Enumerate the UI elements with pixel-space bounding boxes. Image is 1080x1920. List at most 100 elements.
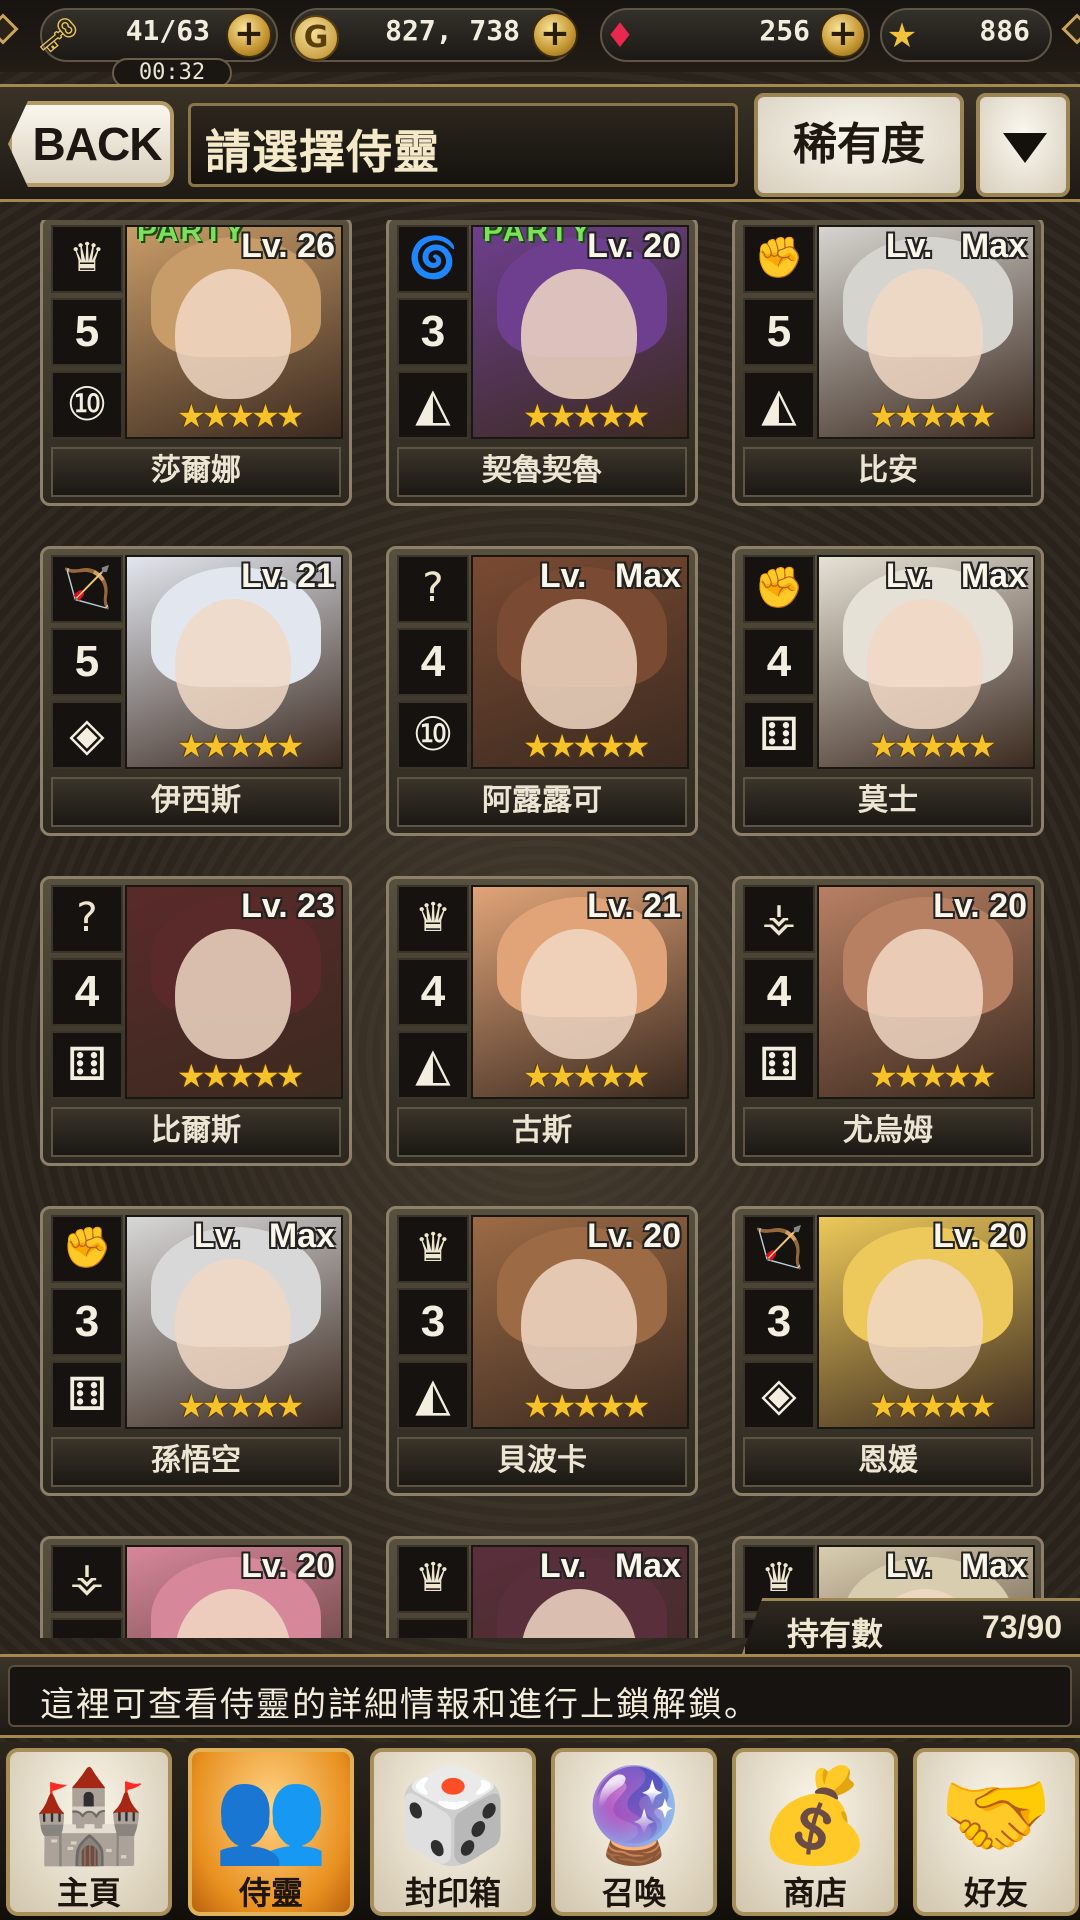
rarity-stars: ★★★★★ [869,1057,996,1095]
spirit-card[interactable]: ♛ Lv. Max [386,1536,698,1638]
seal-box-icon: 🎲 [395,1762,511,1869]
key-icon: 🗝 [36,16,80,56]
cost-value: 3 [743,1288,815,1356]
spirit-portrait: Lv. 21 ★★★★★ [471,885,689,1099]
spirit-name: 契魯契魯 [397,447,687,497]
cost-value: 4 [743,958,815,1026]
nav-button-1[interactable]: 👥 侍靈 [188,1748,354,1916]
bottom-navigation: 🏰 主頁 👥 侍靈 🎲 封印箱 🔮 召喚 💰 商店 🤝 好友 [0,1742,1080,1920]
rarity-stars: ★★★★★ [869,727,996,765]
castle-icon: 🏰 [31,1762,147,1869]
spirit-card[interactable]: 🏹 3 ◈ Lv. 20 ★★★★★ 恩媛 [732,1206,1044,1496]
info-bar: 這裡可查看侍靈的詳細情報和進行上鎖解鎖。 [0,1654,1080,1738]
spirit-portrait: Lv. 20 ★★★★★ [817,1215,1035,1429]
rarity-stars: ★★★★★ [523,397,650,435]
crown-icon: ♛ [397,1215,469,1283]
rarity-stars: ★★★★★ [523,727,650,765]
back-button[interactable]: BACK [8,101,174,187]
spirit-name: 比安 [743,447,1033,497]
nav-button-2[interactable]: 🎲 封印箱 [370,1748,536,1916]
d4-icon: ◭ [743,371,815,439]
cost-value: 3 [51,1288,123,1356]
cost-value: 5 [51,628,123,696]
info-text: 這裡可查看侍靈的詳細情報和進行上鎖解鎖。 [40,1685,760,1725]
d4-icon: ◭ [397,1361,469,1429]
title-panel: 請選擇侍靈 [188,103,738,187]
d6-icon: ⚅ [51,1361,123,1429]
d4-icon: ◭ [397,1031,469,1099]
spirit-card[interactable]: ✊ 3 ⚅ Lv. Max ★★★★★ 孫悟空 [40,1206,352,1496]
summon-icon: 🔮 [576,1762,692,1869]
portrait-face [867,269,983,399]
rarity-stars: ★★★★★ [177,1057,304,1095]
cost-value: 5 [743,298,815,366]
mask-icon: ? [51,885,123,953]
spirit-name: 伊西斯 [51,777,341,827]
spirit-card[interactable]: ✊ 4 ⚅ Lv. Max ★★★★★ 莫士 [732,546,1044,836]
spirit-card[interactable]: ⚶ 4 ⚅ Lv. 20 ★★★★★ 尤烏姆 [732,876,1044,1166]
owned-count-value: 73/90 [981,1609,1062,1645]
spirit-name: 孫悟空 [51,1437,341,1487]
medal-value: 886 [979,14,1030,47]
spirit-portrait: Lv. 21 ★★★★★ [125,555,343,769]
spirit-card[interactable]: 🌀 3 ◭ PARTY Lv. 20 ★★★★★ 契魯契魯 [386,220,698,506]
level-label: Lv. Max [885,227,1027,265]
owned-count-label: 持有數 [787,1615,884,1653]
card-stat-column: ✊ 5 ◭ [743,225,815,439]
portrait-face [867,929,983,1059]
stamina-value: 41/63 [125,14,210,47]
nav-label: 侍靈 [238,1874,303,1912]
add-gem-button[interactable]: + [820,12,866,58]
nav-button-0[interactable]: 🏰 主頁 [6,1748,172,1916]
d8-icon: ◈ [51,701,123,769]
level-label: Lv. Max [539,1547,681,1585]
spirit-card[interactable]: 🏹 5 ◈ Lv. 21 ★★★★★ 伊西斯 [40,546,352,836]
spirit-name: 莎爾娜 [51,447,341,497]
level-label: Lv. 26 [241,227,335,265]
crown-icon: ♛ [397,1545,469,1613]
back-label: BACK [32,118,163,170]
add-gold-button[interactable]: + [532,12,578,58]
spirit-card[interactable]: ⚶ Lv. 20 [40,1536,352,1638]
portrait-face [175,599,291,729]
spirit-card[interactable]: ? 4 ⑩ Lv. Max ★★★★★ 阿露露可 [386,546,698,836]
handshake-icon: 🤝 [938,1762,1054,1869]
spirit-portrait: Lv. 23 ★★★★★ [125,885,343,1099]
spirit-grid[interactable]: ♛ 5 ⑩ PARTY Lv. 26 ★★★★★ 莎爾娜 🌀 3 ◭ PARTY Lv. 20 ★★★★… [0,220,1080,1638]
spirit-card[interactable]: ♛ 3 ◭ Lv. 20 ★★★★★ 貝波卡 [386,1206,698,1496]
tornado-icon: 🌀 [397,225,469,293]
spirit-card[interactable]: ♛ 5 ⑩ PARTY Lv. 26 ★★★★★ 莎爾娜 [40,220,352,506]
rarity-stars: ★★★★★ [177,1387,304,1425]
rarity-stars: ★★★★★ [523,1387,650,1425]
sort-label: 稀有度 [793,119,925,170]
spirit-name: 莫士 [743,777,1033,827]
spear-icon: ⚶ [51,1545,123,1613]
portrait-face [867,599,983,729]
right-edge-ornament [1061,13,1080,45]
portrait-face [521,269,637,399]
spirit-card[interactable]: ✊ 5 ◭ Lv. Max ★★★★★ 比安 [732,220,1044,506]
spirits-icon: 👥 [213,1762,329,1869]
portrait-face [521,599,637,729]
spirit-card[interactable]: ? 4 ⚅ Lv. 23 ★★★★★ 比爾斯 [40,876,352,1166]
add-stamina-button[interactable]: + [226,12,272,58]
medal-icon: ★ [886,16,918,56]
nav-button-5[interactable]: 🤝 好友 [913,1748,1079,1916]
level-label: Lv. Max [885,557,1027,595]
card-stat-column: ♛ 3 ◭ [397,1215,469,1429]
fist-icon: ✊ [743,555,815,623]
sort-rarity-button[interactable]: 稀有度 [754,93,964,197]
spirit-card[interactable]: ♛ 4 ◭ Lv. 21 ★★★★★ 古斯 [386,876,698,1166]
spirit-portrait: Lv. Max ★★★★★ [817,225,1035,439]
crown-icon: ♛ [51,225,123,293]
mask-icon: ? [397,555,469,623]
card-stat-column: ? 4 ⑩ [397,555,469,769]
cost-value: 3 [397,1288,469,1356]
portrait-face [521,1259,637,1389]
d10-icon: ⑩ [51,371,123,439]
spirit-name: 貝波卡 [397,1437,687,1487]
nav-button-3[interactable]: 🔮 召喚 [551,1748,717,1916]
spear-icon: ⚶ [743,885,815,953]
sort-order-dropdown-button[interactable] [976,93,1070,197]
nav-button-4[interactable]: 💰 商店 [732,1748,898,1916]
